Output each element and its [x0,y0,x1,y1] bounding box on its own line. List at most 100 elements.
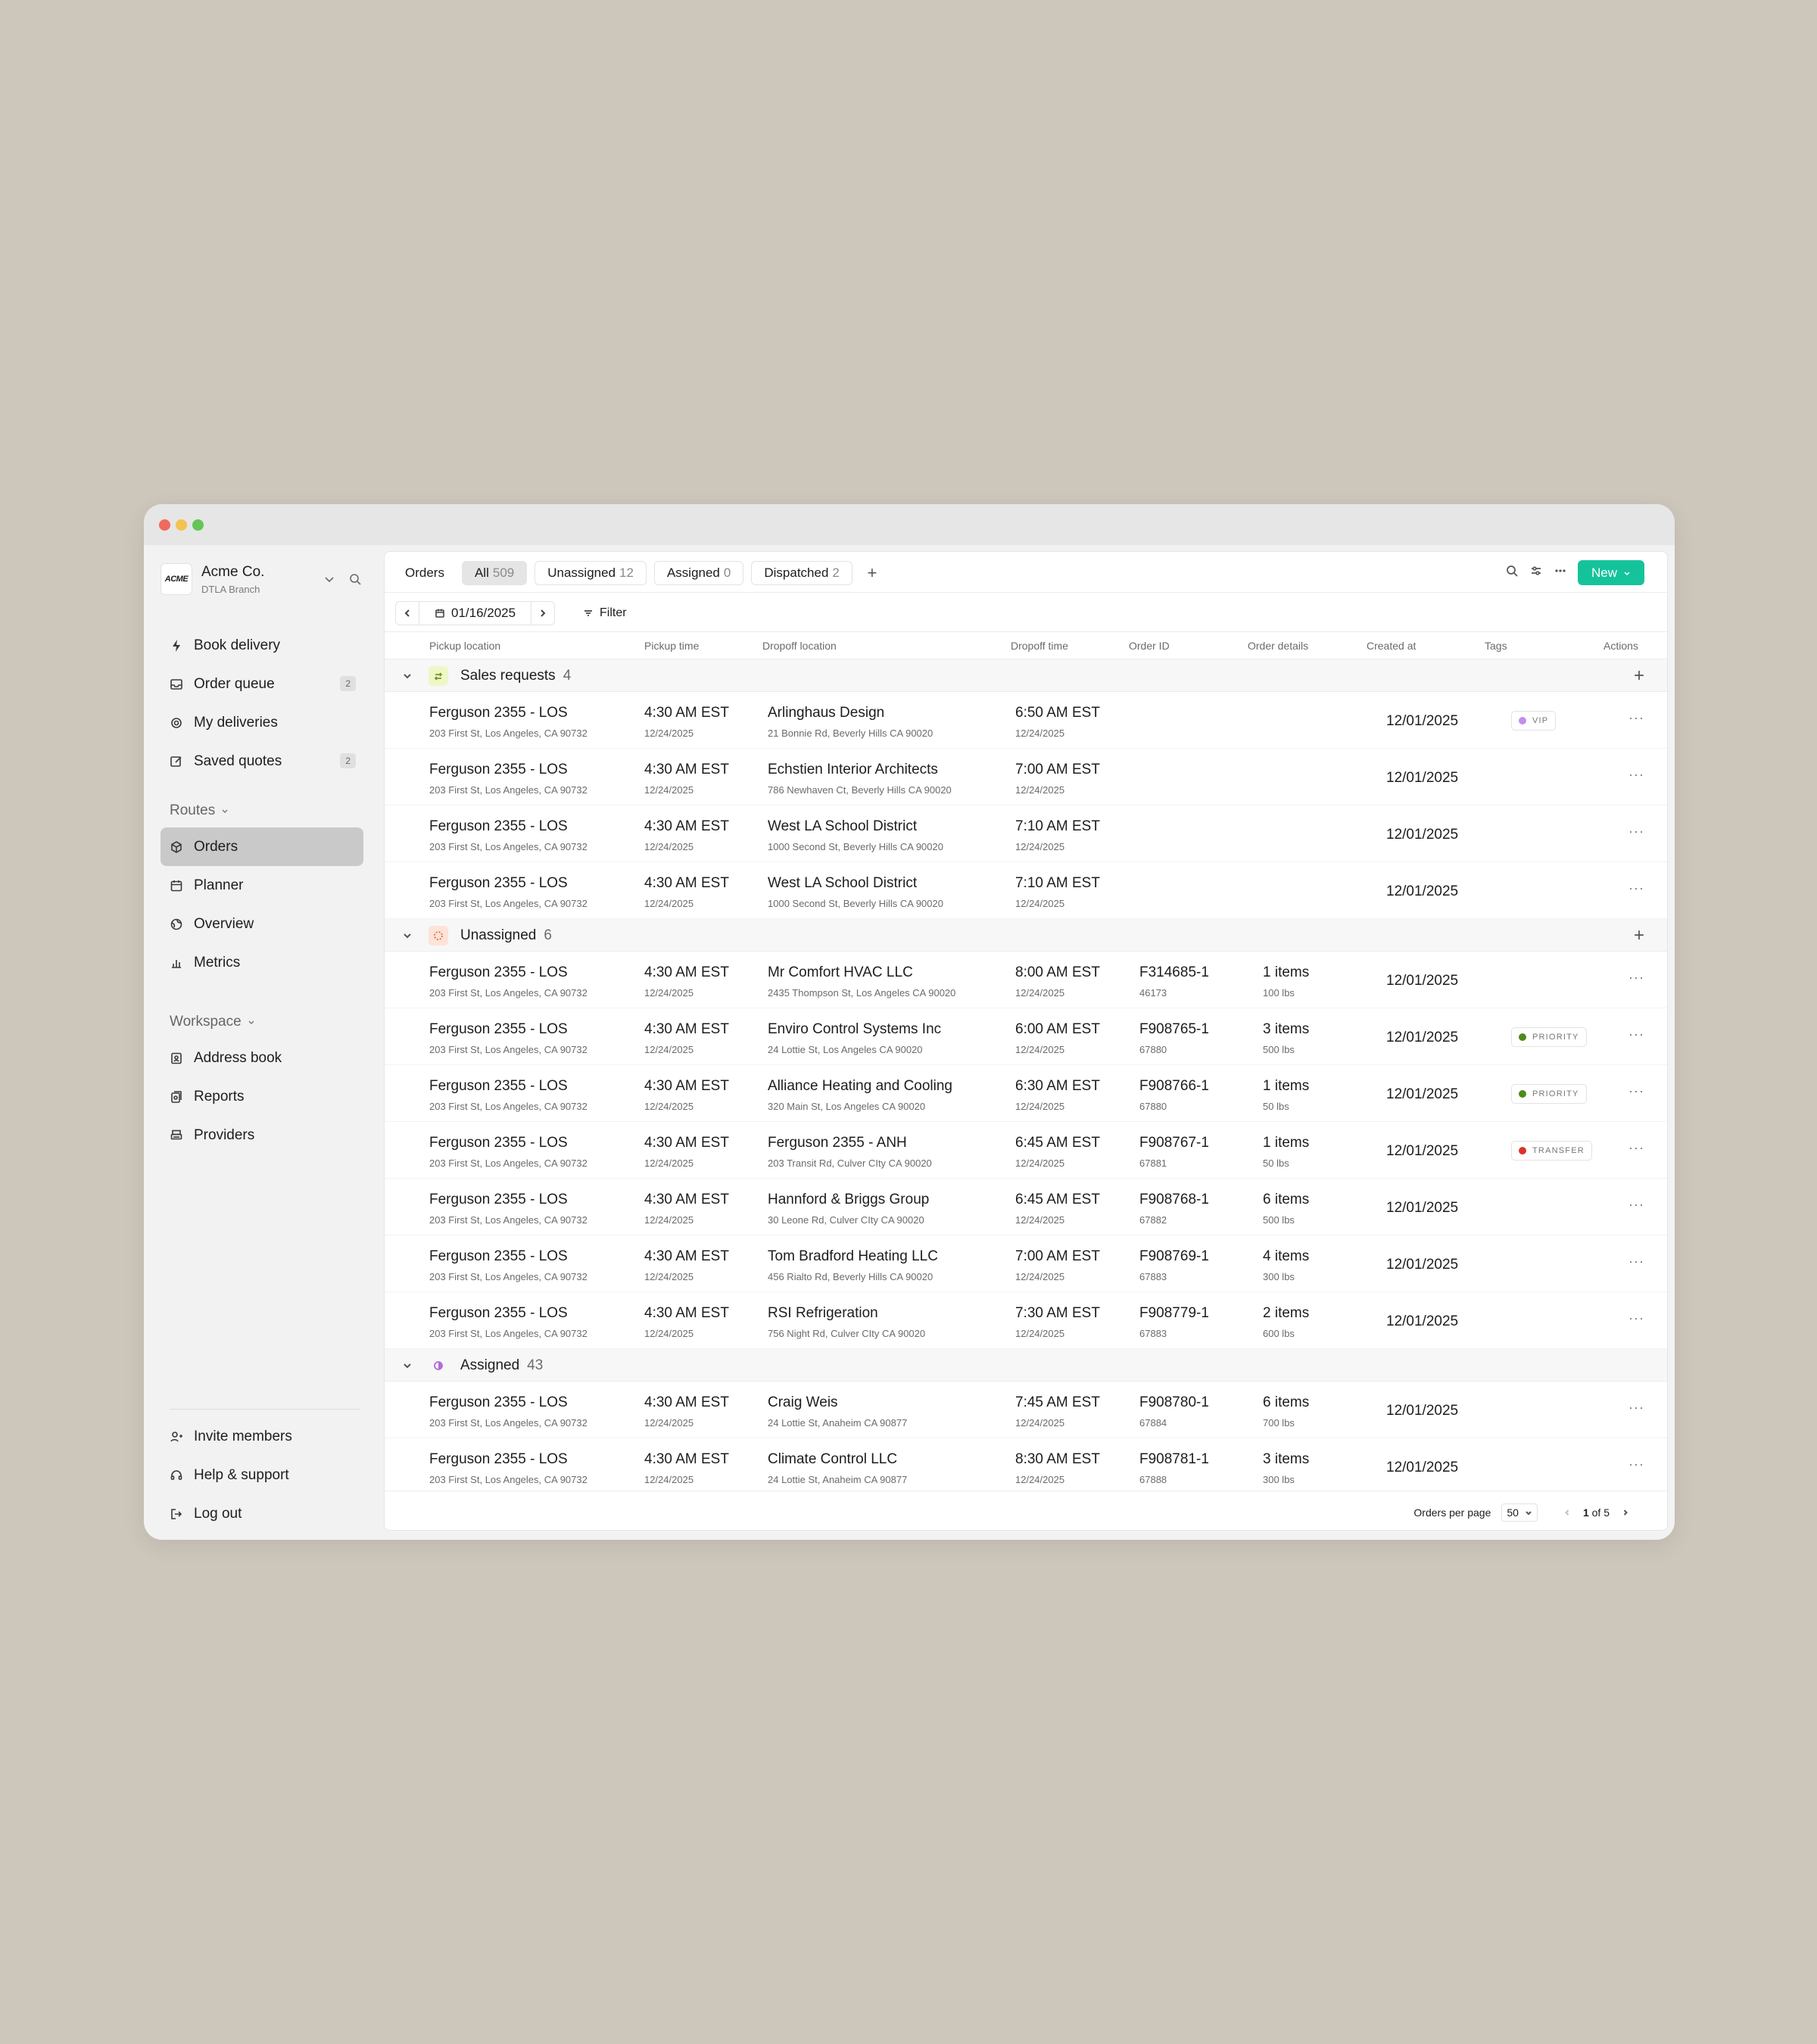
row-actions-button[interactable]: ··· [1628,1254,1644,1270]
add-order-button[interactable]: + [1634,665,1644,687]
date-field[interactable]: 01/16/2025 [419,602,532,625]
maximize-window-button[interactable] [192,519,204,531]
tag-badge[interactable]: VIP [1511,711,1557,731]
table-row[interactable]: Ferguson 2355 - LOS 203 First St, Los Ang… [385,805,1667,862]
chevron-down-icon[interactable] [323,572,336,590]
sidebar-item-help-support[interactable]: Help & support [161,1456,363,1494]
column-header[interactable]: Pickup time [644,640,699,652]
bar-chart-icon [170,956,183,970]
routes-section-header[interactable]: Routes [161,794,229,827]
dropoff-time-secondary: 12/24/2025 [1015,987,1065,999]
row-actions-button[interactable]: ··· [1628,824,1644,840]
table-row[interactable]: Ferguson 2355 - LOS 203 First St, Los Ang… [385,952,1667,1008]
sidebar-item-overview[interactable]: Overview [161,905,363,943]
table-row[interactable]: Ferguson 2355 - LOS 203 First St, Los Ang… [385,1122,1667,1179]
table-row[interactable]: Ferguson 2355 - LOS 203 First St, Los Ang… [385,1235,1667,1292]
sidebar-item-planner[interactable]: Planner [161,866,363,905]
sidebar-item-reports[interactable]: Reports [161,1077,363,1116]
next-page-button[interactable] [1622,1507,1629,1519]
add-tab-button[interactable]: + [860,561,884,585]
tab-unassigned[interactable]: Unassigned 12 [535,561,647,585]
created-at: 12/01/2025 [1386,770,1459,786]
order-id-primary: F908766-1 [1139,1078,1209,1094]
search-icon[interactable] [348,572,362,590]
row-actions-button[interactable]: ··· [1628,1027,1644,1042]
table-row[interactable]: Ferguson 2355 - LOS 203 First St, Los Ang… [385,692,1667,749]
group-header[interactable]: Unassigned 6 + [385,919,1667,952]
row-actions-button[interactable]: ··· [1628,1140,1644,1156]
tab-assigned[interactable]: Assigned 0 [653,561,744,585]
sidebar-item-metrics[interactable]: Metrics [161,943,363,982]
sliders-icon[interactable] [1529,564,1543,581]
new-order-button[interactable]: New [1577,560,1644,585]
column-header[interactable]: Order details [1248,640,1308,652]
search-icon[interactable] [1505,564,1519,581]
more-icon[interactable] [1554,564,1567,581]
sidebar-item-label: Invite members [194,1428,292,1444]
sidebar-item-providers[interactable]: Providers [161,1116,363,1154]
column-header[interactable]: Tags [1485,640,1507,652]
tab-all[interactable]: All 509 [461,561,528,585]
table-row[interactable]: Ferguson 2355 - LOS 203 First St, Los Ang… [385,1292,1667,1349]
row-actions-button[interactable]: ··· [1628,1400,1644,1416]
pickup-location-primary: Ferguson 2355 - LOS [429,1021,568,1037]
order-details: 4 items 300 lbs [1263,1248,1309,1282]
table-row[interactable]: Ferguson 2355 - LOS 203 First St, Los Ang… [385,1008,1667,1065]
table-row[interactable]: Ferguson 2355 - LOS 203 First St, Los Ang… [385,1179,1667,1235]
sidebar-item-my-deliveries[interactable]: My deliveries [161,703,363,742]
chevron-down-icon[interactable] [403,671,412,684]
table-row[interactable]: Ferguson 2355 - LOS 203 First St, Los Ang… [385,1065,1667,1122]
filter-button[interactable]: Filter [583,606,627,620]
row-actions-button[interactable]: ··· [1628,970,1644,986]
minimize-window-button[interactable] [176,519,187,531]
close-window-button[interactable] [159,519,170,531]
tag-label: TRANSFER [1532,1146,1585,1155]
sidebar-item-log-out[interactable]: Log out [161,1494,363,1533]
table-row[interactable]: Ferguson 2355 - LOS 203 First St, Los Ang… [385,749,1667,805]
chevron-down-icon[interactable] [403,1360,412,1374]
workspace-section-header[interactable]: Workspace [161,1005,255,1039]
tag-badge[interactable]: PRIORITY [1511,1084,1587,1104]
column-header[interactable]: Order ID [1129,640,1170,652]
order-id-primary: F314685-1 [1139,964,1209,980]
sidebar-item-address-book[interactable]: Address book [161,1039,363,1077]
column-header[interactable]: Pickup location [429,640,500,652]
table-row[interactable]: Ferguson 2355 - LOS 203 First St, Los Ang… [385,862,1667,919]
sidebar-item-saved-quotes[interactable]: Saved quotes 2 [161,742,363,781]
previous-page-button[interactable] [1563,1507,1571,1519]
sidebar-item-order-queue[interactable]: Order queue 2 [161,665,363,703]
row-actions-button[interactable]: ··· [1628,710,1644,726]
box-icon [170,840,183,854]
tab-dispatched[interactable]: Dispatched 2 [751,561,852,585]
group-header[interactable]: Assigned 43 [385,1349,1667,1382]
tag-badge[interactable]: TRANSFER [1511,1141,1592,1161]
sidebar-item-book-delivery[interactable]: Book delivery [161,626,363,665]
page-indicator: 1 of 5 [1583,1507,1610,1519]
next-day-button[interactable] [531,602,554,625]
add-order-button[interactable]: + [1634,925,1644,946]
per-page-select[interactable]: 50 [1501,1503,1538,1522]
row-actions-button[interactable]: ··· [1628,1083,1644,1099]
sidebar-item-invite-members[interactable]: Invite members [161,1417,363,1456]
table-row[interactable]: Ferguson 2355 - LOS 203 First St, Los Ang… [385,1382,1667,1438]
table-row[interactable]: Ferguson 2355 - LOS 203 First St, Los Ang… [385,1438,1667,1495]
title-bar [144,504,1675,545]
sidebar-item-orders[interactable]: Orders [161,827,363,866]
workspace-switcher[interactable]: ACME Acme Co. DTLA Branch [161,563,264,595]
column-header[interactable]: Dropoff location [762,640,837,652]
row-actions-button[interactable]: ··· [1628,1310,1644,1326]
row-actions-button[interactable]: ··· [1628,880,1644,896]
row-actions-button[interactable]: ··· [1628,767,1644,783]
previous-day-button[interactable] [396,602,419,625]
group-header[interactable]: Sales requests 4 + [385,659,1667,692]
row-actions-button[interactable]: ··· [1628,1197,1644,1213]
chevron-down-icon[interactable] [403,930,412,944]
column-header[interactable]: Dropoff time [1011,640,1068,652]
column-header[interactable]: Created at [1367,640,1416,652]
pickup-time-secondary: 12/24/2025 [644,728,694,739]
row-actions-button[interactable]: ··· [1628,1457,1644,1472]
target-icon [170,716,183,730]
user-plus-icon [170,1430,183,1444]
tag-badge[interactable]: PRIORITY [1511,1027,1587,1047]
order-id-secondary: 67880 [1139,1101,1167,1112]
